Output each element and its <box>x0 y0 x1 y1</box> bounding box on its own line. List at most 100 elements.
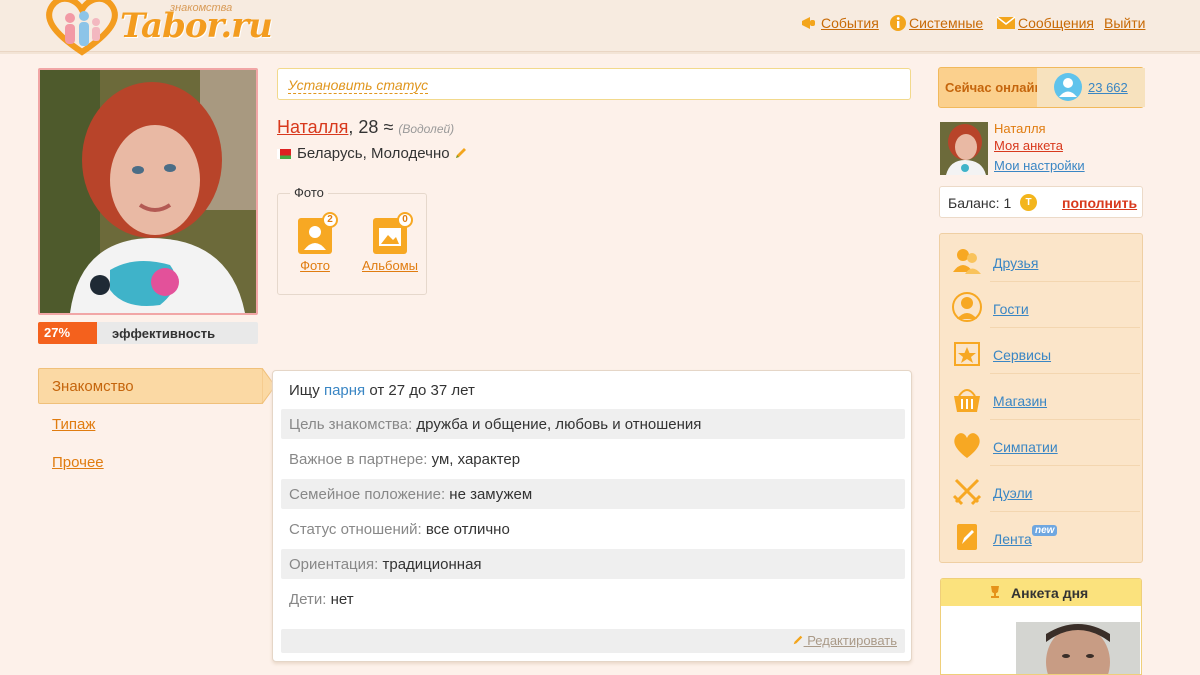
user-avatar[interactable] <box>940 122 988 175</box>
nav-logout-link[interactable]: Выйти <box>1104 15 1145 31</box>
divider <box>990 327 1140 328</box>
info-key: Семейное положение: <box>289 486 446 503</box>
tab-acquaintance-label: Знакомство <box>52 378 134 395</box>
divider <box>990 419 1140 420</box>
info-value: не замужем <box>449 486 533 503</box>
feed-icon <box>957 524 977 550</box>
online-count-link[interactable]: 23 662 <box>1088 80 1128 95</box>
friends-icon <box>953 249 981 274</box>
info-value: все отлично <box>425 521 510 538</box>
status-box[interactable]: Установить статус <box>277 68 911 100</box>
profile-photo[interactable] <box>38 68 258 315</box>
photos-link[interactable]: Фото <box>290 258 340 273</box>
logo[interactable]: знакомства Tabor.ru <box>42 0 273 56</box>
tab-type[interactable]: Типаж <box>52 416 95 433</box>
pencil-icon[interactable] <box>454 146 468 160</box>
profile-of-day-photo[interactable] <box>1016 622 1140 674</box>
user-avatar-image <box>940 122 988 175</box>
info-icon <box>890 15 906 31</box>
nav-events-link[interactable]: События <box>821 15 879 31</box>
edit-label: Редактировать <box>807 633 897 648</box>
info-row: Дети: нет <box>281 584 905 614</box>
menu-item-shop[interactable]: Магазин <box>950 376 1140 420</box>
online-box: Сейчас онлайн: 23 662 <box>938 67 1145 108</box>
menu-item-guests[interactable]: Гости <box>950 284 1140 328</box>
menu-item-services[interactable]: Сервисы <box>950 330 1140 374</box>
info-key: Важное в партнере: <box>289 451 428 468</box>
info-value: нет <box>330 591 354 608</box>
tab-other[interactable]: Прочее <box>52 454 104 471</box>
menu-item-label: Лента <box>993 531 1032 547</box>
user-name-link[interactable]: Наталля <box>994 121 1046 136</box>
edit-link[interactable]: Редактировать <box>792 633 897 648</box>
online-label: Сейчас онлайн: <box>945 80 1047 95</box>
effectiveness-label: эффективность <box>112 326 216 341</box>
online-user-icon <box>1054 73 1082 101</box>
photo-box: Фото 2 Фото 0 Альбомы <box>277 185 427 295</box>
profile-of-day: Анкета дня <box>940 578 1142 675</box>
profile-info-panel: Ищу парня от 27 до 37 лет Цель знакомств… <box>272 370 912 662</box>
guests-icon <box>952 292 982 322</box>
menu-item-label: Симпатии <box>993 439 1058 455</box>
info-row: Ориентация: традиционная <box>281 549 905 579</box>
my-settings-link[interactable]: Мои настройки <box>994 158 1085 173</box>
edit-bar: Редактировать <box>281 629 905 653</box>
profile-of-day-header: Анкета дня <box>941 579 1141 606</box>
menu-item-feed[interactable]: Лента new <box>950 514 1140 558</box>
seek-suffix: от 27 до 37 лет <box>369 382 475 399</box>
albums-link[interactable]: Альбомы <box>360 258 420 273</box>
effectiveness-percent: 27% <box>44 325 71 340</box>
belarus-flag-icon <box>277 149 291 160</box>
menu-item-duels[interactable]: Дуэли <box>950 468 1140 512</box>
nav-messages-link[interactable]: Сообщения <box>1018 15 1094 31</box>
menu-item-label: Сервисы <box>993 347 1052 363</box>
seek-row: Ищу парня от 27 до 37 лет <box>281 375 905 405</box>
balance-label: Баланс: 1 <box>948 195 1012 211</box>
info-key: Цель знакомства: <box>289 416 413 433</box>
seek-prefix: Ищу <box>289 382 320 399</box>
divider <box>990 511 1140 512</box>
menu-item-label: Магазин <box>993 393 1048 409</box>
heart-icon <box>954 433 980 458</box>
nav-system-link[interactable]: Системные <box>909 15 983 31</box>
menu-item-label: Дуэли <box>993 485 1033 501</box>
profile-age: , 28 ≈ <box>348 117 394 137</box>
topup-link[interactable]: пополнить <box>1062 195 1137 211</box>
set-status-link[interactable]: Установить статус <box>288 77 429 94</box>
profile-location: Беларусь, Молодечно <box>277 145 468 162</box>
effectiveness-bar: 27% эффективность <box>38 322 258 344</box>
menu-item-friends[interactable]: Друзья <box>950 238 1140 282</box>
photos-count-badge: 2 <box>322 212 338 228</box>
info-row: Статус отношений: все отлично <box>281 514 905 544</box>
location-text: Беларусь, Молодечно <box>297 145 450 162</box>
photos-item[interactable]: 2 Фото <box>290 212 340 273</box>
trophy-icon <box>991 586 999 598</box>
logo-heart-icon <box>46 0 118 56</box>
albums-item[interactable]: 0 Альбомы <box>360 212 420 273</box>
balance-box: Баланс: 1 T пополнить <box>939 186 1143 218</box>
album-icon: 0 <box>373 212 413 254</box>
profile-of-day-image <box>1016 622 1140 674</box>
profile-heading: Наталля, 28 ≈ (Водолей) <box>277 117 454 138</box>
divider <box>990 465 1140 466</box>
my-profile-link[interactable]: Моя анкета <box>994 138 1063 153</box>
seek-target-link[interactable]: парня <box>324 382 365 399</box>
duels-icon <box>952 478 982 506</box>
tab-acquaintance[interactable]: Знакомство <box>38 368 263 404</box>
profile-name-link[interactable]: Наталля <box>277 117 348 137</box>
info-key: Дети: <box>289 591 327 608</box>
info-value: ум, характер <box>431 451 521 468</box>
menu-item-sympathies[interactable]: Симпатии <box>950 422 1140 466</box>
info-key: Статус отношений: <box>289 521 422 538</box>
info-row: Важное в партнере: ум, характер <box>281 444 905 474</box>
menu-item-label: Гости <box>993 301 1029 317</box>
shop-icon <box>954 389 980 412</box>
envelope-icon <box>996 16 1016 29</box>
pencil-icon <box>793 635 802 645</box>
right-menu: Друзья Гости Сервисы Магазин Симпатии Ду… <box>939 233 1143 563</box>
info-value: дружба и общение, любовь и отношения <box>416 416 702 433</box>
coin-icon: T <box>1020 194 1037 211</box>
zodiac-sign: (Водолей) <box>398 122 455 136</box>
info-value: традиционная <box>382 556 482 573</box>
profile-photo-image <box>40 70 256 313</box>
